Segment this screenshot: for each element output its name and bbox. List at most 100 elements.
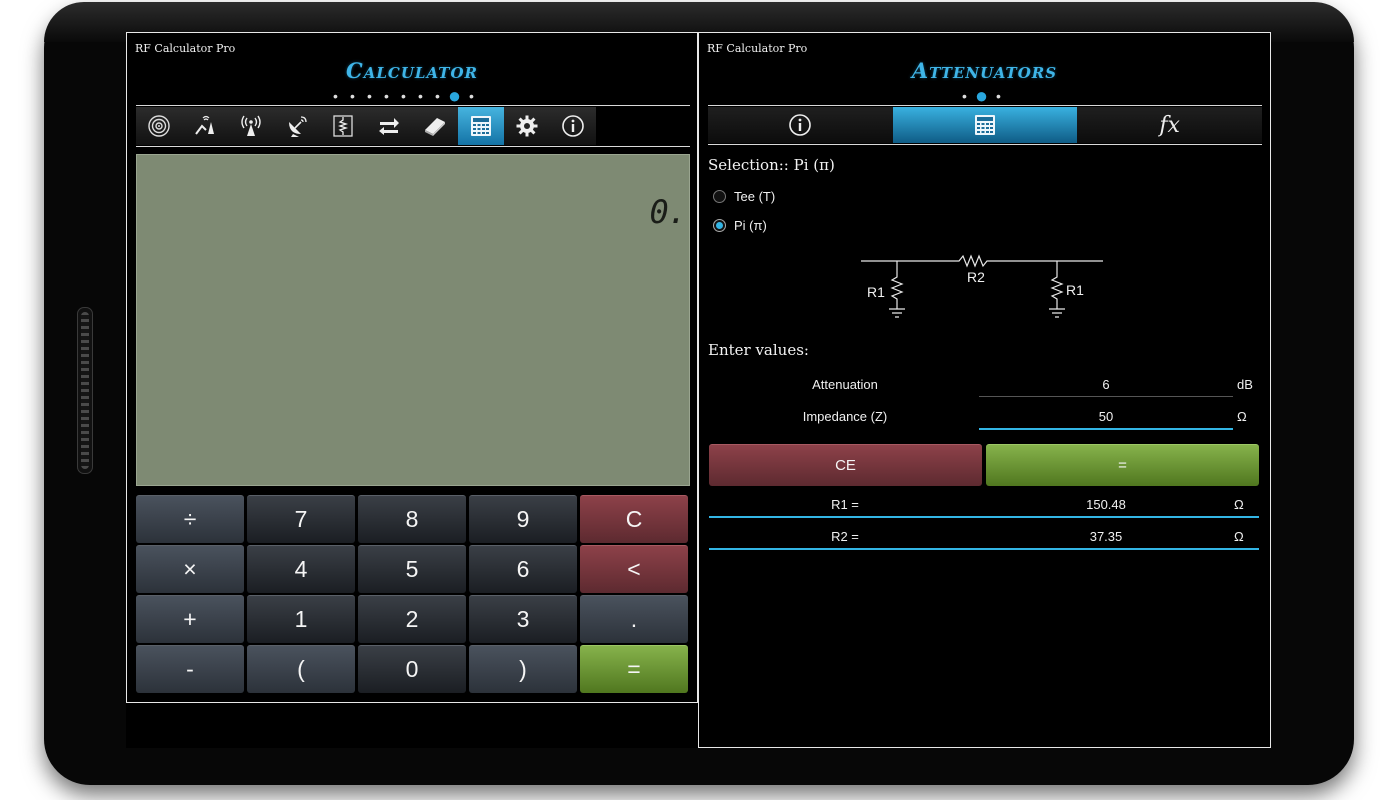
key-decimal[interactable]: .	[580, 595, 688, 643]
page-dot[interactable]: •	[344, 89, 361, 103]
key-multiply[interactable]: ×	[136, 545, 244, 593]
selection-label: Selection:: Pi (π)	[708, 156, 835, 174]
key-3[interactable]: 3	[469, 595, 577, 643]
key-add[interactable]: +	[136, 595, 244, 643]
convert-arrows-icon	[379, 118, 399, 135]
page-dot[interactable]: •	[956, 89, 973, 103]
toolbar-resistor-button[interactable]	[320, 107, 366, 145]
lcd-display: 0.	[136, 154, 690, 486]
toolbar-antenna-signal-button[interactable]	[136, 107, 182, 145]
page-dot-active[interactable]: ●	[446, 85, 463, 107]
attenuator-tabs: fx	[708, 107, 1263, 143]
r1-result-value: 150.48	[1086, 497, 1126, 512]
r1-result-label: R1 =	[831, 497, 859, 512]
broadcast-tower-icon	[241, 115, 261, 136]
book-icon	[425, 118, 445, 136]
resistor-icon	[333, 115, 353, 137]
r1-result-unit: Ω	[1234, 497, 1244, 512]
impedance-unit: Ω	[1237, 409, 1247, 424]
calculator-icon	[975, 115, 995, 135]
info-icon	[562, 115, 584, 137]
schematic-r1-right-label: R1	[1066, 282, 1084, 298]
app-title: RF Calculator Pro	[707, 42, 808, 55]
key-5[interactable]: 5	[358, 545, 466, 593]
key-1[interactable]: 1	[247, 595, 355, 643]
calculator-icon	[471, 116, 491, 136]
gear-icon	[516, 115, 538, 137]
attenuation-input-underline	[979, 396, 1233, 397]
attenuators-panel: RF Calculator Pro Attenuators • ● • fx S…	[698, 32, 1271, 748]
tab-calculator[interactable]	[892, 107, 1078, 143]
r2-result-label: R2 =	[831, 529, 859, 544]
attenuation-input[interactable]: 6	[979, 377, 1233, 392]
page-indicator: • ● •	[956, 85, 1007, 107]
r1-result-underline	[709, 516, 1259, 518]
page-dot[interactable]: •	[412, 89, 429, 103]
tab-formulas[interactable]: fx	[1077, 107, 1263, 143]
tabs-divider	[708, 144, 1262, 145]
satellite-dish-icon	[289, 116, 307, 137]
page-dot[interactable]: •	[395, 89, 412, 103]
impedance-input[interactable]: 50	[979, 409, 1233, 424]
speaker-grille	[77, 307, 93, 474]
r2-result-unit: Ω	[1234, 529, 1244, 544]
impedance-input-underline	[979, 428, 1233, 430]
r2-result-underline	[709, 548, 1259, 550]
info-icon	[789, 114, 812, 136]
schematic-r1-left-label: R1	[867, 284, 885, 300]
toolbar-info-button[interactable]	[550, 107, 596, 145]
link-budget-icon	[195, 115, 214, 135]
pi-attenuator-schematic: R1 R2 R1	[861, 254, 1103, 318]
toolbar-settings-button[interactable]	[504, 107, 550, 145]
tab-info[interactable]	[708, 107, 893, 143]
page-dot-active[interactable]: ●	[973, 85, 990, 107]
key-0[interactable]: 0	[358, 645, 466, 693]
page-indicator: • • • • • • • ● •	[327, 85, 480, 107]
key-9[interactable]: 9	[469, 495, 577, 543]
page-title: Attenuators	[911, 58, 1058, 83]
page-dot[interactable]: •	[361, 89, 378, 103]
impedance-label: Impedance (Z)	[802, 409, 888, 424]
page-dot[interactable]: •	[378, 89, 395, 103]
app-title: RF Calculator Pro	[135, 42, 236, 55]
toolbar-calculator-button[interactable]	[458, 107, 504, 145]
toolbar-reference-book-button[interactable]	[412, 107, 458, 145]
key-6[interactable]: 6	[469, 545, 577, 593]
calculate-button[interactable]: =	[986, 444, 1259, 486]
key-4[interactable]: 4	[247, 545, 355, 593]
toolbar-broadcast-tower-button[interactable]	[228, 107, 274, 145]
key-8[interactable]: 8	[358, 495, 466, 543]
key-divide[interactable]: ÷	[136, 495, 244, 543]
option-pi[interactable]: Pi (π)	[713, 218, 767, 233]
key-backspace[interactable]: <	[580, 545, 688, 593]
toolbar-satellite-dish-button[interactable]	[274, 107, 320, 145]
key-clear[interactable]: C	[580, 495, 688, 543]
enter-values-label: Enter values:	[708, 341, 809, 359]
page-dot[interactable]: •	[990, 89, 1007, 103]
schematic-r2-label: R2	[967, 269, 985, 285]
option-pi-label: Pi (π)	[734, 218, 767, 233]
page-dot[interactable]: •	[429, 89, 446, 103]
screen: RF Calculator Pro Calculator • • • • • •…	[126, 32, 1271, 748]
header-divider	[708, 105, 1262, 106]
antenna-signal-icon	[148, 115, 170, 137]
key-7[interactable]: 7	[247, 495, 355, 543]
header-divider	[136, 105, 690, 106]
key-2[interactable]: 2	[358, 595, 466, 643]
r2-result-value: 37.35	[1089, 529, 1123, 544]
display-value: 0.	[649, 193, 687, 231]
page-dot[interactable]: •	[463, 89, 480, 103]
clear-entry-button[interactable]: CE	[709, 444, 982, 486]
page-dot[interactable]: •	[327, 89, 344, 103]
toolbar-convert-button[interactable]	[366, 107, 412, 145]
key-equals[interactable]: =	[580, 645, 688, 693]
key-close-paren[interactable]: )	[469, 645, 577, 693]
key-subtract[interactable]: -	[136, 645, 244, 693]
radio-pi[interactable]	[713, 219, 726, 232]
attenuation-unit: dB	[1237, 377, 1253, 392]
key-open-paren[interactable]: (	[247, 645, 355, 693]
toolbar-divider	[136, 146, 690, 147]
option-tee[interactable]: Tee (T)	[713, 189, 775, 204]
radio-tee[interactable]	[713, 190, 726, 203]
toolbar-link-budget-button[interactable]	[182, 107, 228, 145]
